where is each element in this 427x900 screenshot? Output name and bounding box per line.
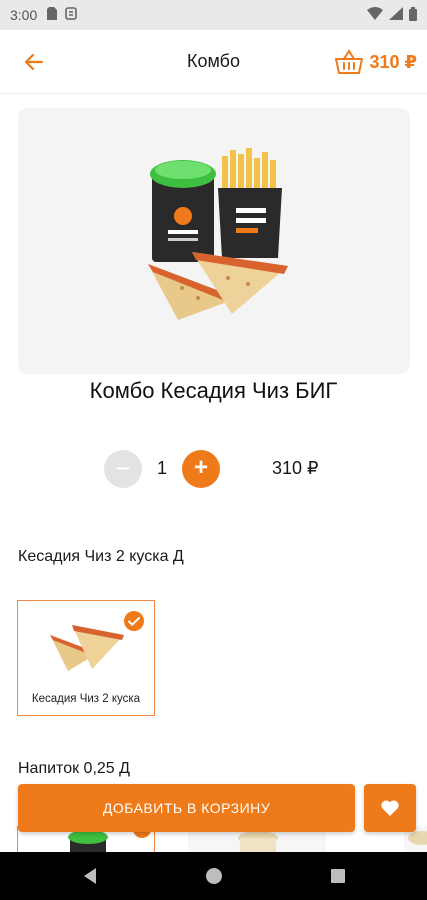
product-price: 310 ₽ [272, 458, 319, 478]
signal-icon [389, 7, 403, 23]
nav-home-icon[interactable] [204, 866, 224, 886]
notification-icon [65, 7, 78, 23]
product-title: Комбо Кесадия Чиз БИГ [89, 378, 338, 403]
nav-back-icon[interactable] [80, 866, 100, 886]
favorite-button[interactable] [364, 784, 416, 832]
add-to-cart-button[interactable]: ДОБАВИТЬ В КОРЗИНУ [18, 784, 355, 832]
cart-total: 310 ₽ [369, 51, 417, 72]
status-time: 3:00 [10, 7, 38, 23]
section-label-quesadilla: Кесадия Чиз 2 куска Д [18, 548, 184, 565]
back-button[interactable] [22, 50, 46, 74]
option-caption: Кесадия Чиз 2 куска [31, 693, 141, 705]
section-label-drink: Напиток 0,25 Д [18, 760, 130, 777]
selected-check-icon [124, 611, 144, 631]
status-bar: 3:00 [0, 0, 427, 30]
quantity-stepper: − 1 + 310 ₽ [0, 450, 427, 488]
increase-quantity-button[interactable]: + [182, 450, 220, 488]
quantity-value: 1 [156, 458, 167, 478]
battery-icon [409, 6, 417, 24]
basket-icon [335, 49, 364, 74]
quesadilla-image [50, 625, 124, 671]
option-card-quesadilla[interactable]: Кесадия Чиз 2 куска [17, 600, 155, 716]
product-image [18, 108, 410, 374]
combo-food-image [148, 148, 288, 320]
decrease-quantity-button[interactable]: − [104, 450, 142, 488]
nav-recents-icon[interactable] [328, 866, 348, 886]
sim-card-icon [47, 7, 58, 23]
cart-button[interactable]: 310 ₽ [335, 46, 417, 78]
app-header: Комбо 310 ₽ [0, 30, 427, 94]
wifi-icon [367, 7, 383, 23]
system-navigation-bar [0, 852, 427, 900]
heart-icon [381, 800, 399, 816]
arrow-left-icon [24, 53, 44, 71]
